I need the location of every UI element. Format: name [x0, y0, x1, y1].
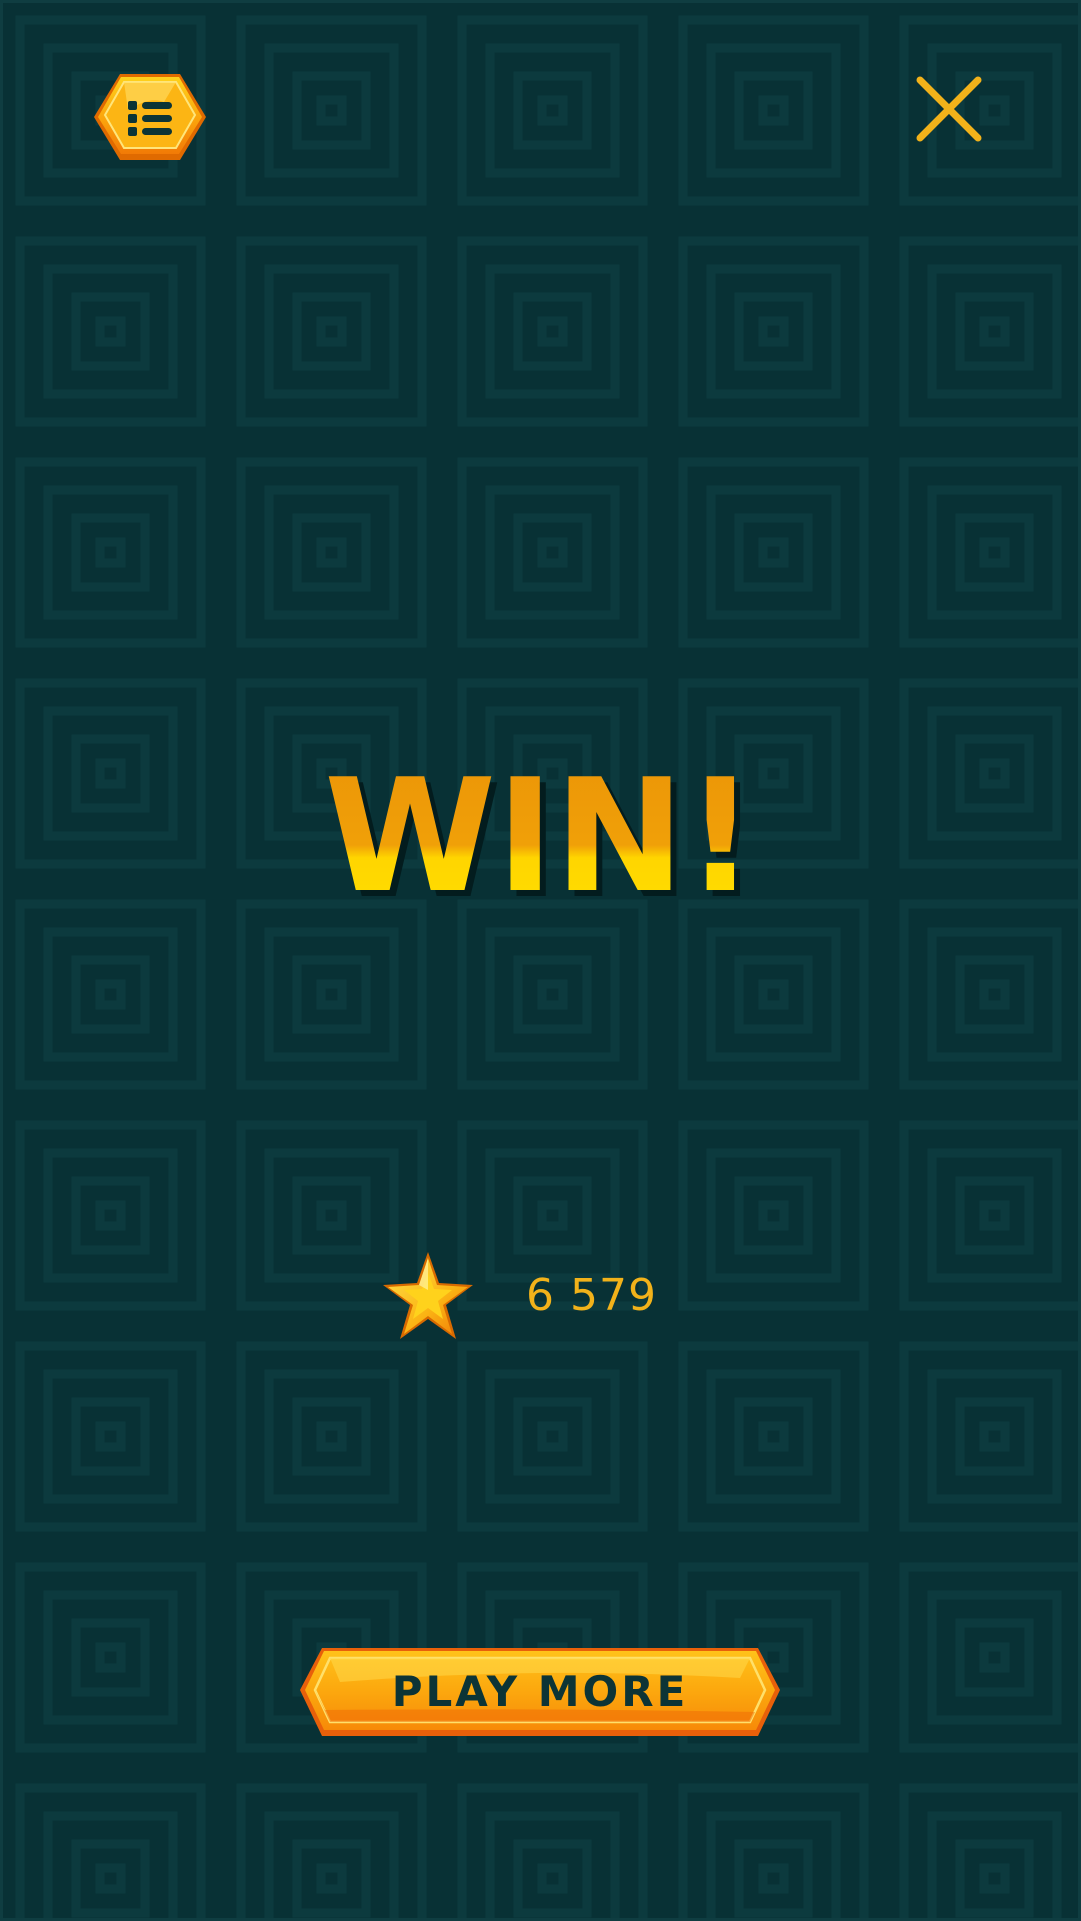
list-icon	[94, 74, 206, 160]
background-pattern	[0, 0, 1081, 1921]
close-icon	[916, 76, 982, 142]
win-title: WIN! WIN!	[310, 745, 770, 933]
play-more-label: PLAY MORE	[391, 1667, 689, 1716]
star-icon	[383, 1252, 473, 1339]
menu-button[interactable]	[94, 74, 206, 160]
close-button[interactable]	[908, 70, 988, 150]
score-row: 6 579	[380, 1250, 700, 1346]
win-title-text: WIN!	[324, 760, 756, 910]
play-more-button[interactable]: PLAY MORE	[300, 1648, 780, 1738]
score-value: 6 579	[526, 1270, 657, 1321]
